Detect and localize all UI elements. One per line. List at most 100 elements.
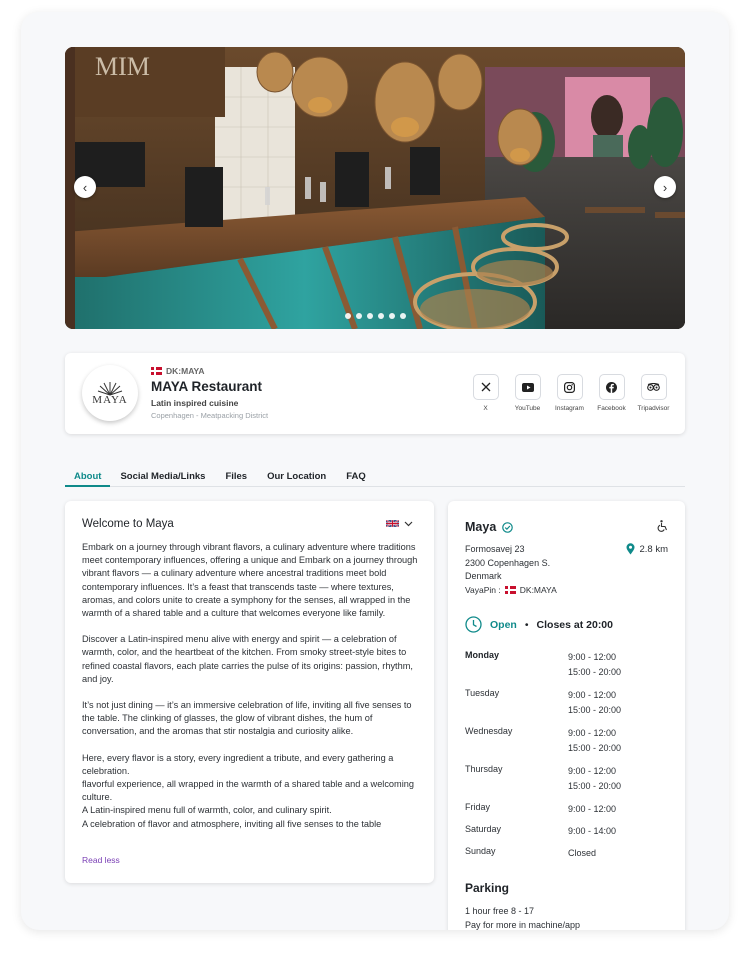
about-paragraph: Embark on a journey through vibrant flav… [82,542,418,619]
hours-time: 9:00 - 12:00 [568,690,617,700]
about-card: Welcome to Maya Embark on a journey thro… [65,501,434,883]
social-label: YouTube [514,405,541,412]
hours-row: Wednesday 9:00 - 12:00 15:00 - 20:00 [465,726,675,764]
distance: 2.8 km [626,543,668,555]
about-description: Embark on a journey through vibrant flav… [82,541,422,831]
open-status: Open [490,618,517,631]
hours-row: Saturday 9:00 - 14:00 [465,824,675,846]
hours-row: Friday 9:00 - 12:00 [465,802,675,824]
restaurant-photo: MIM [65,47,685,329]
facebook-icon [606,381,617,393]
country-code: DK:MAYA [151,366,205,376]
restaurant-location: Copenhagen - Meatpacking District [151,411,269,420]
hours-time: 9:00 - 12:00 [568,804,617,814]
address-line: Denmark [465,571,502,581]
social-x[interactable]: X [470,374,501,412]
carousel-dot[interactable] [388,313,395,319]
hours-day: Saturday [465,824,502,834]
hours-day: Monday [465,650,500,660]
opening-status: Open • Closes at 20:00 [465,616,613,633]
about-title: Welcome to Maya [82,518,174,530]
carousel-dot[interactable] [355,313,362,319]
tab-bar: About Social Media/Links Files Our Locat… [65,467,685,487]
venue-name: Maya [465,520,514,534]
svg-text:MIM: MIM [95,52,150,81]
tripadvisor-button[interactable] [640,374,667,400]
tab-social-media-links[interactable]: Social Media/Links [120,467,205,487]
instagram-icon [564,381,575,393]
page-container: MIM ‹ › MAYA DK:MAYA MAYA Restaurant Lat… [21,12,729,930]
x-button[interactable] [472,374,499,400]
read-less-link[interactable]: Read less [82,855,120,865]
instagram-button[interactable] [556,374,583,400]
restaurant-name: MAYA Restaurant [151,379,263,394]
parking-line: 1 hour free 8 - 17 [465,906,535,916]
tab-files[interactable]: Files [225,467,247,487]
social-facebook[interactable]: Facebook [596,374,627,412]
tripadvisor-icon [647,383,660,391]
language-selector[interactable] [386,519,413,528]
restaurant-logo: MAYA [82,365,138,421]
hours-time: 15:00 - 20:00 [568,667,622,677]
carousel-dot[interactable] [344,313,351,319]
social-label: Facebook [597,405,626,412]
carousel-dot[interactable] [366,313,373,319]
chevron-right-icon: › [662,179,668,195]
map-pin-icon [626,543,635,555]
hours-day: Thursday [465,764,503,774]
parking-line: Pay for more in machine/app [465,919,581,930]
x-icon [481,382,490,392]
tab-our-location[interactable]: Our Location [267,467,326,487]
parking-title: Parking [465,881,510,895]
tab-about[interactable]: About [65,467,111,487]
about-line: A Latin-inspired menu full of warmth, co… [82,805,332,816]
venue-address: Formosavej 23 2300 Copenhagen S. Denmark [465,543,550,584]
hours-time: 15:00 - 20:00 [568,743,622,753]
clock-icon [465,616,482,633]
about-paragraph: Discover a Latin-inspired menu alive wit… [82,634,413,684]
hours-day: Sunday [465,846,496,856]
chevron-down-icon [404,521,413,526]
social-youtube[interactable]: YouTube [512,374,543,412]
address-line: Formosavej 23 [465,544,525,554]
country-code-text: DK:MAYA [166,366,205,376]
distance-text: 2.8 km [639,543,668,555]
hours-time: 9:00 - 12:00 [568,652,617,662]
uk-flag-icon [386,519,399,528]
social-instagram[interactable]: Instagram [554,374,585,412]
carousel-dot[interactable] [377,313,384,319]
tab-faq[interactable]: FAQ [346,467,366,487]
about-line: A celebration of flavor and atmosphere, … [82,818,382,829]
about-line: flavorful experience, all wrapped in the… [82,779,414,803]
hours-day: Tuesday [465,688,500,698]
hero-carousel[interactable]: MIM ‹ › [65,47,685,329]
wheelchair-icon [657,520,668,532]
restaurant-subtitle: Latin inspired cuisine [151,398,239,408]
chevron-left-icon: ‹ [82,179,88,195]
parking-info: 1 hour free 8 - 17 Pay for more in machi… [465,905,580,930]
venue-name-text: Maya [465,520,497,534]
profile-card: MAYA DK:MAYA MAYA Restaurant Latin inspi… [65,353,685,434]
carousel-prev-button[interactable]: ‹ [74,176,96,198]
social-label: Instagram [555,405,584,412]
vayapin: VayaPin : DK:MAYA [465,585,557,595]
hours-row: Tuesday 9:00 - 12:00 15:00 - 20:00 [465,688,675,726]
status-separator: • [524,618,529,631]
facebook-button[interactable] [598,374,625,400]
hours-row: Thursday 9:00 - 12:00 15:00 - 20:00 [465,764,675,802]
verified-icon [502,521,514,533]
vayapin-code: DK:MAYA [519,585,557,595]
hours-time: 9:00 - 12:00 [568,766,617,776]
opening-hours: Monday 9:00 - 12:00 15:00 - 20:00 Tuesday… [465,650,675,868]
carousel-dot[interactable] [399,313,406,319]
hours-row: Sunday Closed [465,846,675,868]
hours-time: 15:00 - 20:00 [568,705,622,715]
denmark-flag-icon [151,367,162,375]
hours-day: Friday [465,802,491,812]
social-tripadvisor[interactable]: Tripadvisor [638,374,669,412]
vayapin-label: VayaPin : [465,585,501,595]
carousel-next-button[interactable]: › [654,176,676,198]
hours-time: 9:00 - 14:00 [568,826,617,836]
youtube-button[interactable] [514,374,541,400]
social-label: X [483,405,488,412]
